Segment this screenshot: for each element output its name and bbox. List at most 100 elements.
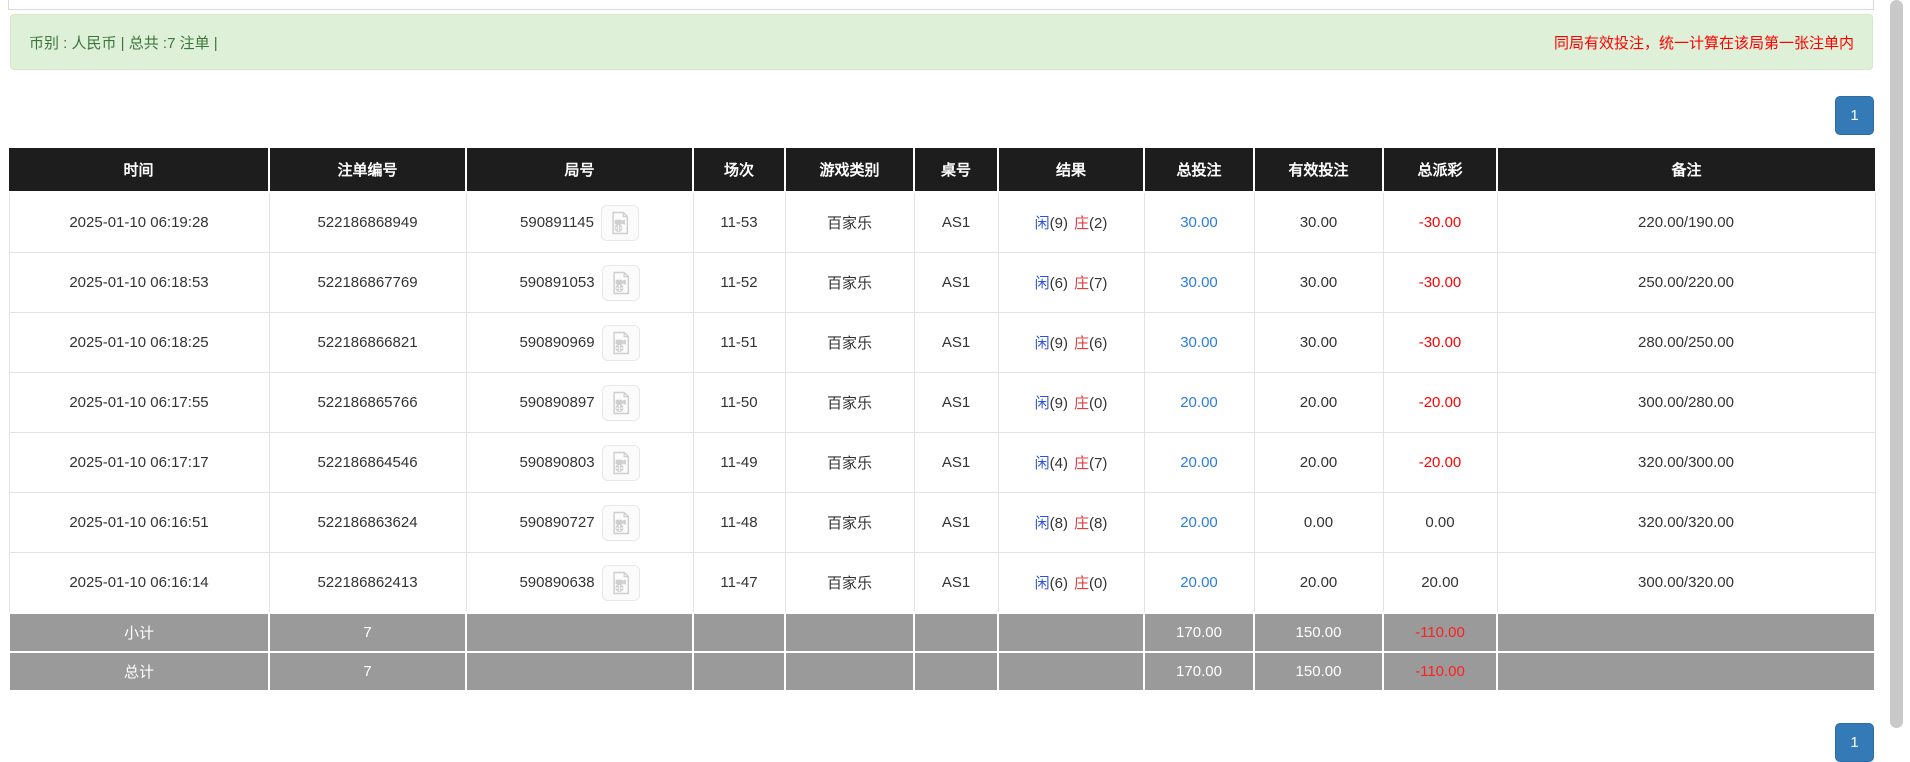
- table-row: 2025-01-10 06:16:14 522186862413 5908906…: [9, 553, 1875, 614]
- cell-bet-id: 522186863624: [269, 493, 466, 553]
- round-id-text: 590890803: [519, 453, 594, 470]
- table-row: 2025-01-10 06:18:53 522186867769 5908910…: [9, 253, 1875, 313]
- result-banker-label: 庄: [1074, 275, 1089, 292]
- cell-remark: 320.00/300.00: [1497, 433, 1875, 493]
- video-replay-icon: [610, 511, 632, 535]
- result-banker-label: 庄: [1074, 455, 1089, 472]
- summary-valid-bet: 150.00: [1254, 613, 1383, 652]
- cell-result: 闲(4)庄(7): [998, 433, 1144, 493]
- cell-bet-id: 522186866821: [269, 313, 466, 373]
- cell-payout: -20.00: [1383, 373, 1497, 433]
- video-replay-button[interactable]: [602, 565, 640, 601]
- cell-remark: 250.00/220.00: [1497, 253, 1875, 313]
- scrollbar-thumb[interactable]: [1890, 0, 1903, 728]
- cell-total-bet: 30.00: [1144, 192, 1254, 253]
- video-replay-button[interactable]: [602, 385, 640, 421]
- cell-total-bet: 20.00: [1144, 433, 1254, 493]
- cell-round-id: 590890727: [466, 493, 693, 553]
- cell-time: 2025-01-10 06:17:55: [9, 373, 269, 433]
- round-id-text: 590890638: [519, 573, 594, 590]
- result-player-label: 闲: [1035, 335, 1050, 352]
- result-banker-score: (7): [1089, 455, 1107, 472]
- table-row: 2025-01-10 06:17:17 522186864546 5908908…: [9, 433, 1875, 493]
- cell-round-id: 590890897: [466, 373, 693, 433]
- cell-bet-id: 522186867769: [269, 253, 466, 313]
- video-replay-icon: [610, 331, 632, 355]
- result-banker-label: 庄: [1074, 515, 1089, 532]
- video-replay-button[interactable]: [602, 325, 640, 361]
- video-replay-button[interactable]: [601, 205, 639, 241]
- cell-time: 2025-01-10 06:16:51: [9, 493, 269, 553]
- total-bet-link[interactable]: 20.00: [1180, 454, 1218, 471]
- result-player-score: (6): [1050, 575, 1068, 592]
- video-replay-button[interactable]: [602, 505, 640, 541]
- total-bet-link[interactable]: 30.00: [1180, 274, 1218, 291]
- cell-time: 2025-01-10 06:18:25: [9, 313, 269, 373]
- header-bet-id: 注单编号: [269, 148, 466, 192]
- header-session: 场次: [693, 148, 785, 192]
- header-total-bet: 总投注: [1144, 148, 1254, 192]
- cell-table-no: AS1: [914, 493, 998, 553]
- summary-payout: -110.00: [1383, 613, 1497, 652]
- cell-round-id: 590890803: [466, 433, 693, 493]
- total-bet-link[interactable]: 30.00: [1180, 334, 1218, 351]
- cell-valid-bet: 20.00: [1254, 373, 1383, 433]
- video-replay-icon: [610, 271, 632, 295]
- video-replay-icon: [610, 571, 632, 595]
- pagination-top: 1: [1835, 96, 1874, 135]
- summary-empty: [914, 613, 998, 652]
- cell-bet-id: 522186862413: [269, 553, 466, 614]
- summary-total-bet: 170.00: [1144, 652, 1254, 691]
- result-banker-label: 庄: [1074, 395, 1089, 412]
- round-id-text: 590890969: [519, 333, 594, 350]
- summary-label: 小计: [9, 613, 269, 652]
- cell-bet-id: 522186864546: [269, 433, 466, 493]
- total-bet-link[interactable]: 30.00: [1180, 214, 1218, 231]
- summary-alert: 币别 : 人民币 | 总共 :7 注单 | 同局有效投注，统一计算在该局第一张注…: [10, 14, 1873, 70]
- cell-payout: -30.00: [1383, 192, 1497, 253]
- upper-panel-edge: [8, 0, 1874, 10]
- result-banker-label: 庄: [1074, 575, 1089, 592]
- total-bet-link[interactable]: 20.00: [1180, 394, 1218, 411]
- cell-result: 闲(9)庄(6): [998, 313, 1144, 373]
- cell-result: 闲(9)庄(0): [998, 373, 1144, 433]
- cell-session: 11-47: [693, 553, 785, 614]
- cell-session: 11-50: [693, 373, 785, 433]
- cell-time: 2025-01-10 06:18:53: [9, 253, 269, 313]
- video-replay-button[interactable]: [602, 265, 640, 301]
- total-bet-link[interactable]: 20.00: [1180, 574, 1218, 591]
- total-bet-link[interactable]: 20.00: [1180, 514, 1218, 531]
- summary-empty: [785, 652, 914, 691]
- cell-round-id: 590890969: [466, 313, 693, 373]
- result-player-label: 闲: [1035, 215, 1050, 232]
- cell-bet-id: 522186868949: [269, 192, 466, 253]
- result-player-score: (6): [1050, 275, 1068, 292]
- cell-time: 2025-01-10 06:16:14: [9, 553, 269, 614]
- result-banker-score: (8): [1089, 515, 1107, 532]
- cell-game-type: 百家乐: [785, 253, 914, 313]
- video-replay-button[interactable]: [602, 445, 640, 481]
- summary-count: 7: [269, 652, 466, 691]
- header-valid-bet: 有效投注: [1254, 148, 1383, 192]
- result-banker-score: (7): [1089, 275, 1107, 292]
- cell-payout: -30.00: [1383, 313, 1497, 373]
- summary-empty: [1497, 613, 1875, 652]
- cell-payout: 20.00: [1383, 553, 1497, 614]
- video-replay-icon: [610, 391, 632, 415]
- cell-payout: -30.00: [1383, 253, 1497, 313]
- summary-count: 7: [269, 613, 466, 652]
- table-row: 2025-01-10 06:18:25 522186866821 5908909…: [9, 313, 1875, 373]
- page-button-1[interactable]: 1: [1835, 96, 1874, 135]
- header-payout: 总派彩: [1383, 148, 1497, 192]
- video-replay-icon: [610, 451, 632, 475]
- bet-records-table: 时间 注单编号 局号 场次 游戏类别 桌号 结果 总投注 有效投注 总派彩 备注…: [8, 148, 1876, 692]
- cell-remark: 320.00/320.00: [1497, 493, 1875, 553]
- table-summary-row: 总计 7 170.00 150.00 -110.00: [9, 652, 1875, 691]
- cell-session: 11-49: [693, 433, 785, 493]
- cell-game-type: 百家乐: [785, 313, 914, 373]
- page-button-1-bottom[interactable]: 1: [1835, 723, 1874, 762]
- cell-total-bet: 20.00: [1144, 553, 1254, 614]
- cell-table-no: AS1: [914, 433, 998, 493]
- cell-session: 11-48: [693, 493, 785, 553]
- cell-valid-bet: 30.00: [1254, 253, 1383, 313]
